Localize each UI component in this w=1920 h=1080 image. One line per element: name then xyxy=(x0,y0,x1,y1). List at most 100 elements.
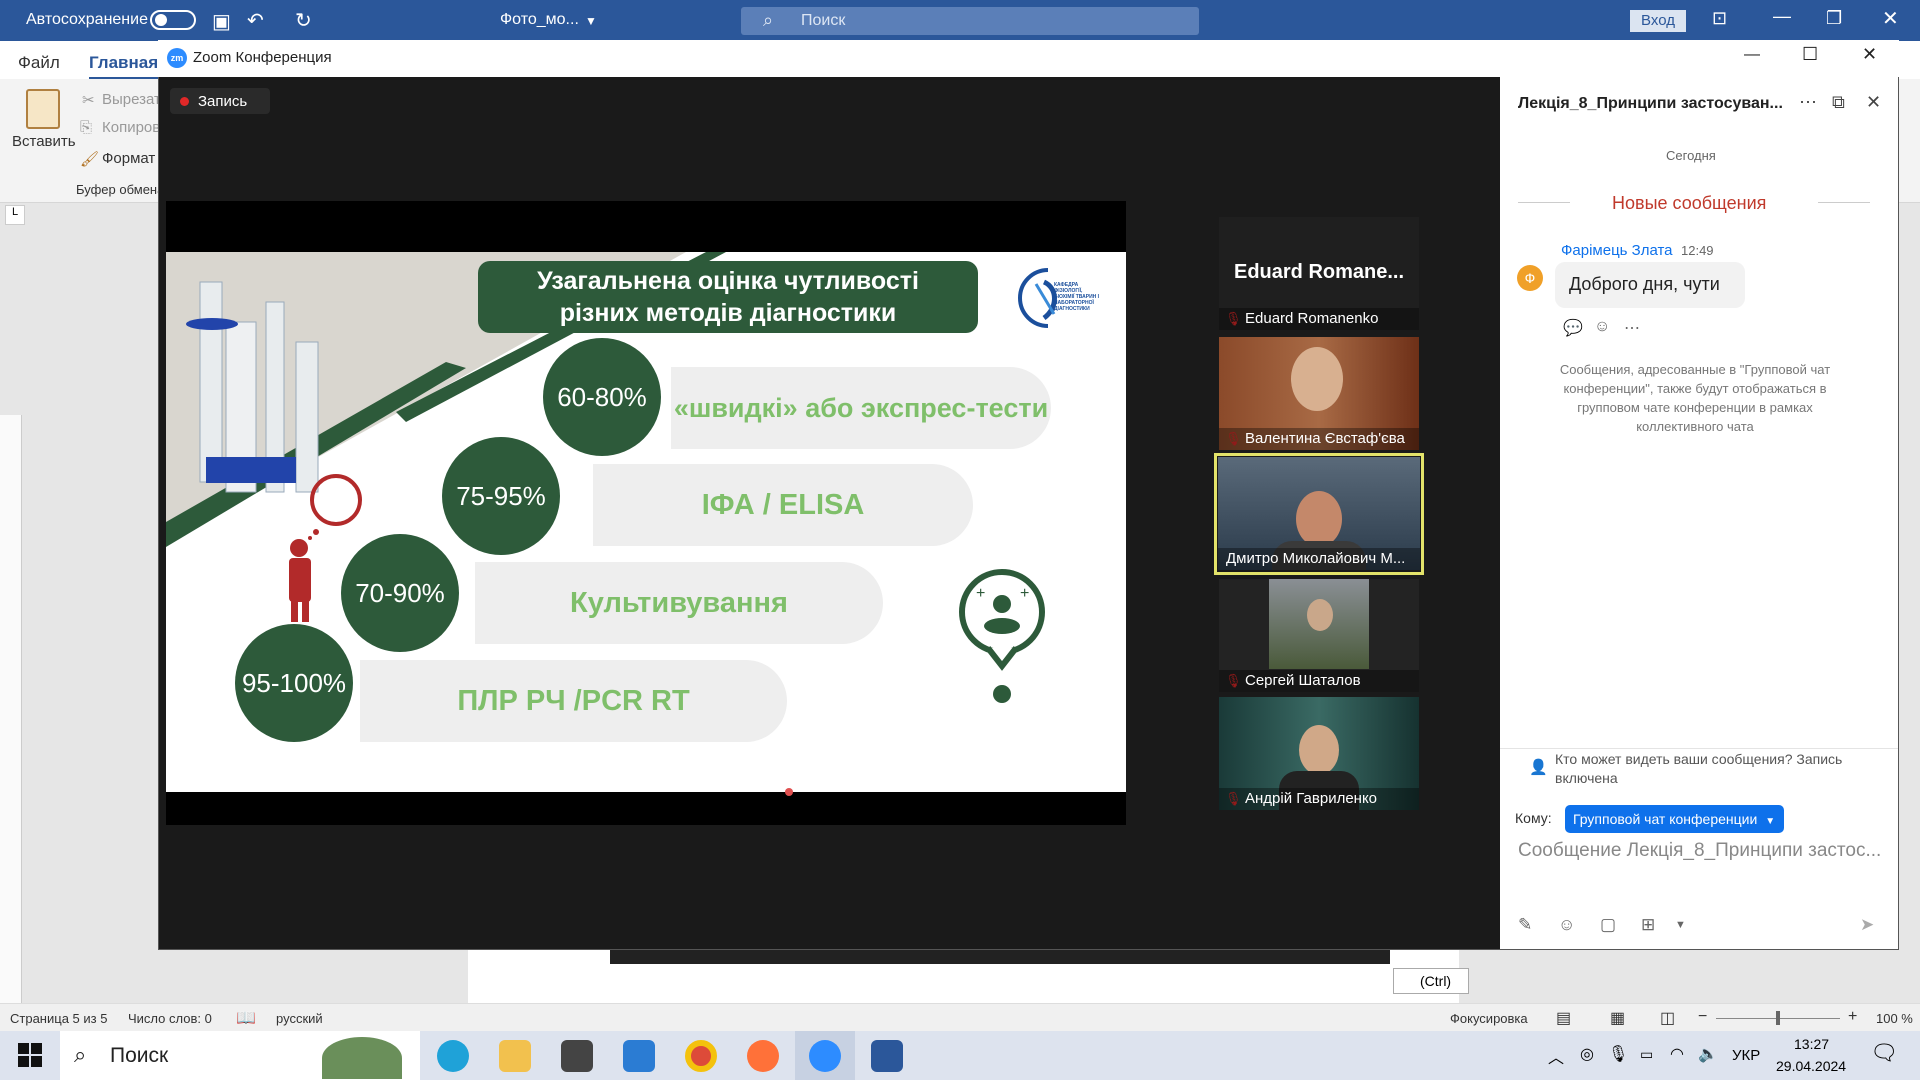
participant-name: Eduard Romanenko xyxy=(1219,308,1419,330)
new-messages-line-right xyxy=(1818,202,1870,203)
recording-indicator[interactable]: Запись xyxy=(170,88,270,114)
store-icon[interactable] xyxy=(561,1040,593,1072)
who-can-see-link[interactable]: Кто может видеть ваши сообщения? Запись … xyxy=(1555,750,1875,788)
read-mode-icon[interactable]: ▤ xyxy=(1556,1008,1571,1028)
recipient-value: Групповой чат конференции xyxy=(1573,811,1758,827)
autosave-label: Автосохранение xyxy=(26,11,148,28)
clock-time[interactable]: 13:27 xyxy=(1794,1036,1829,1052)
taskbar-search-label: Поиск xyxy=(110,1044,169,1067)
participant-face xyxy=(1299,725,1339,775)
maximize-icon[interactable]: ☐ xyxy=(1802,44,1818,65)
file-explorer-icon[interactable] xyxy=(499,1040,531,1072)
close-icon[interactable]: ✕ xyxy=(1862,44,1877,65)
copy-icon[interactable]: ⎘ xyxy=(80,119,92,136)
reply-icon[interactable]: 💬 xyxy=(1563,318,1583,338)
signin-button[interactable]: Вход xyxy=(1630,10,1686,32)
screenshot-icon[interactable]: ⊞ xyxy=(1641,915,1655,935)
format-painter-icon[interactable]: 🖌 xyxy=(80,150,99,168)
close-chat-icon[interactable]: ✕ xyxy=(1866,92,1881,113)
word-search-placeholder: Поиск xyxy=(801,12,846,29)
firefox-icon[interactable] xyxy=(747,1040,779,1072)
word-app-icon[interactable] xyxy=(871,1040,903,1072)
participant-tile[interactable]: Дмитро Миколайович М... xyxy=(1218,457,1420,570)
chat-notice: Сообщения, адресованные в "Групповой чат… xyxy=(1559,362,1831,434)
close-icon[interactable]: ✕ xyxy=(1882,6,1899,31)
proofing-icon[interactable]: 📖 xyxy=(236,1008,256,1028)
chevron-down-icon[interactable]: ▼ xyxy=(585,14,597,28)
popout-icon[interactable]: ⧉ xyxy=(1832,92,1845,113)
chat-message-input[interactable]: Сообщение Лекція_8_Принципи застос... xyxy=(1518,840,1883,870)
tab-selector-icon[interactable]: L xyxy=(5,205,25,225)
microphone-icon[interactable]: 🎙 xyxy=(1608,1044,1628,1064)
input-language[interactable]: УКР xyxy=(1732,1047,1760,1064)
taskbar-search[interactable]: ⌕ Поиск xyxy=(60,1031,420,1080)
camera-icon[interactable]: ◎ xyxy=(1580,1044,1594,1064)
send-icon[interactable]: ➤ xyxy=(1860,915,1874,935)
copy-button[interactable]: Копировать xyxy=(102,119,158,136)
paste-icon[interactable] xyxy=(26,89,60,129)
participant-tile[interactable]: 🎙 Сергей Шаталов xyxy=(1219,579,1419,692)
focus-mode-button[interactable]: Фокусировка xyxy=(1450,1011,1528,1026)
search-icon: ⌕ xyxy=(74,1042,87,1067)
cut-button[interactable]: Вырезать xyxy=(102,91,158,108)
emoji-icon[interactable]: ☺ xyxy=(1558,915,1575,935)
minimize-icon[interactable]: — xyxy=(1773,6,1791,27)
chrome-icon[interactable] xyxy=(685,1040,717,1072)
zoom-out-icon[interactable]: − xyxy=(1698,1008,1707,1026)
autosave-toggle[interactable] xyxy=(150,10,196,30)
volume-icon[interactable]: 🔈 xyxy=(1698,1044,1718,1064)
share-letterbox-bottom xyxy=(166,792,1126,825)
page-count[interactable]: Страница 5 из 5 xyxy=(10,1011,107,1026)
message-more-icon[interactable]: ⋯ xyxy=(1624,318,1640,338)
language-status[interactable]: русский xyxy=(276,1011,323,1026)
format-painter-button[interactable]: Формат по образцу xyxy=(102,150,158,167)
minimize-icon[interactable]: — xyxy=(1744,46,1760,64)
zoom-app-icon[interactable] xyxy=(809,1040,841,1072)
tab-file[interactable]: Файл xyxy=(18,53,60,73)
zoom-in-icon[interactable]: + xyxy=(1848,1008,1857,1026)
word-search-box[interactable]: ⌕ Поиск xyxy=(741,7,1199,35)
zoom-slider-thumb[interactable] xyxy=(1776,1011,1780,1025)
clock-date[interactable]: 29.04.2024 xyxy=(1776,1058,1846,1074)
chevron-up-icon[interactable]: ︿ xyxy=(1548,1044,1564,1068)
participant-face xyxy=(1291,347,1343,411)
undo-icon[interactable]: ↶ xyxy=(247,8,264,33)
more-options-icon[interactable]: ⋯ xyxy=(1799,92,1817,113)
web-layout-icon[interactable]: ◫ xyxy=(1660,1008,1675,1028)
participant-tile[interactable]: Eduard Romane... 🎙 Eduard Romanenko xyxy=(1219,217,1419,330)
chevron-down-icon[interactable]: ▼ xyxy=(1675,919,1686,931)
format-text-icon[interactable]: ✎ xyxy=(1518,915,1532,935)
department-logo-text: КАФЕДРА ФІЗІОЛОГІЇ, БІОХІМІЇ ТВАРИН І ЛА… xyxy=(1054,282,1100,312)
paste-button[interactable]: Вставить xyxy=(12,133,76,150)
tab-home[interactable]: Главная xyxy=(89,53,159,80)
paste-options-button[interactable]: (Ctrl) xyxy=(1393,968,1469,994)
sender-avatar[interactable]: Ф xyxy=(1517,265,1543,291)
message-text: Доброго дня, чути xyxy=(1569,274,1720,294)
chat-input-placeholder: Сообщение Лекція_8_Принципи застос... xyxy=(1518,840,1882,861)
vertical-ruler xyxy=(0,415,22,1003)
participant-tile[interactable]: 🎙 Андрій Гавриленко xyxy=(1219,697,1419,810)
edge-icon[interactable] xyxy=(437,1040,469,1072)
recipient-dropdown[interactable]: Групповой чат конференции ▼ xyxy=(1565,805,1784,833)
battery-icon[interactable]: ▭ xyxy=(1640,1046,1653,1063)
file-icon[interactable]: ▢ xyxy=(1600,915,1616,935)
save-icon[interactable]: ▣ xyxy=(212,9,231,34)
wifi-icon[interactable]: ◠ xyxy=(1670,1044,1684,1064)
notification-icon[interactable]: 🗨 xyxy=(1870,1040,1898,1066)
document-title[interactable]: Фото_мо... xyxy=(500,11,579,29)
start-button[interactable] xyxy=(18,1043,42,1067)
redo-icon[interactable]: ↻ xyxy=(295,8,312,33)
ribbon-display-icon[interactable]: ⊡ xyxy=(1712,8,1727,29)
mail-icon[interactable] xyxy=(623,1040,655,1072)
sender-name[interactable]: Фарімець Злата xyxy=(1561,242,1673,259)
privacy-icon[interactable]: 👤 xyxy=(1529,758,1548,776)
print-layout-icon[interactable]: ▦ xyxy=(1610,1008,1625,1028)
participant-tile[interactable]: 🎙 Валентина Євстаф'єва xyxy=(1219,337,1419,450)
word-count[interactable]: Число слов: 0 xyxy=(128,1011,212,1026)
zoom-logo-icon: zm xyxy=(167,48,187,68)
restore-icon[interactable]: ❐ xyxy=(1826,8,1842,29)
message-bubble[interactable]: Доброго дня, чути xyxy=(1555,262,1745,308)
zoom-level[interactable]: 100 % xyxy=(1876,1011,1913,1026)
add-reaction-icon[interactable]: ☺ xyxy=(1594,318,1610,336)
cut-icon[interactable]: ✂ xyxy=(82,91,95,109)
